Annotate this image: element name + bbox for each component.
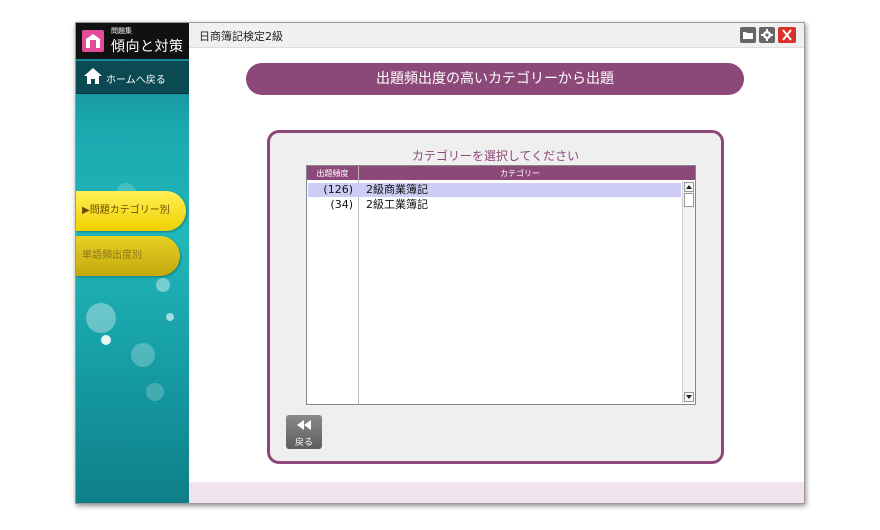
- row-category: 2級工業簿記: [366, 198, 428, 211]
- app-window: 問題集 傾向と対策 ホームへ戻る ▶問題カテゴリー別 単語頻出度別 日商簿記検定…: [75, 22, 805, 504]
- folder-icon: [743, 32, 753, 39]
- home-button-label: ホームへ戻る: [106, 75, 166, 86]
- sparkle-decoration: [166, 313, 174, 321]
- title-bar: 日商簿記検定2級: [189, 23, 804, 48]
- list-row[interactable]: (34) 2級工業簿記: [308, 198, 681, 212]
- sidebar-item-category[interactable]: ▶問題カテゴリー別: [76, 191, 186, 231]
- page-title-banner: 出題頻出度の高いカテゴリーから出題: [246, 63, 744, 95]
- footer-bar: [189, 482, 804, 503]
- sparkle-decoration: [131, 343, 155, 367]
- app-subtitle: 問題集: [111, 27, 132, 35]
- list-header: 出題頻度 カテゴリー: [307, 166, 695, 180]
- window-title: 日商簿記検定2級: [199, 30, 283, 43]
- settings-button[interactable]: [759, 27, 775, 43]
- arrow-down-icon: [686, 395, 692, 399]
- close-button[interactable]: [778, 27, 796, 43]
- sidebar-item-word-frequency[interactable]: 単語頻出度別: [76, 236, 180, 276]
- back-button-label: 戻る: [294, 438, 313, 448]
- gear-icon: [761, 29, 773, 41]
- category-panel: カテゴリーを選択してください 出題頻度 カテゴリー (126) 2級商業簿記 (…: [267, 130, 724, 464]
- row-frequency: (126): [323, 183, 353, 196]
- app-header: 問題集 傾向と対策: [76, 23, 189, 59]
- row-frequency: (34): [330, 198, 353, 211]
- category-list[interactable]: 出題頻度 カテゴリー (126) 2級商業簿記 (34) 2級工業簿記: [306, 165, 696, 405]
- column-header-category: カテゴリー: [500, 169, 540, 178]
- arrow-up-icon: [686, 185, 692, 189]
- panel-title: カテゴリーを選択してください: [411, 149, 580, 163]
- sparkle-decoration: [101, 335, 111, 345]
- sparkle-decoration: [86, 303, 116, 333]
- list-scrollbar[interactable]: [682, 181, 695, 403]
- sidebar-item-label: 単語頻出度別: [82, 250, 142, 261]
- column-header-frequency: 出題頻度: [316, 169, 349, 178]
- list-row[interactable]: (126) 2級商業簿記: [308, 183, 681, 197]
- sidebar: 問題集 傾向と対策 ホームへ戻る ▶問題カテゴリー別 単語頻出度別: [76, 23, 189, 503]
- home-button[interactable]: ホームへ戻る: [76, 61, 189, 94]
- scroll-down-button[interactable]: [684, 392, 694, 402]
- sidebar-item-label: ▶問題カテゴリー別: [82, 205, 170, 216]
- app-name: 傾向と対策: [111, 39, 184, 55]
- back-button[interactable]: 戻る: [286, 415, 322, 449]
- rewind-icon: [297, 420, 311, 430]
- open-folder-button[interactable]: [740, 27, 756, 43]
- main-content: 出題頻出度の高いカテゴリーから出題 カテゴリーを選択してください 出題頻度 カテ…: [189, 48, 804, 482]
- home-building-icon: [82, 30, 104, 52]
- sparkle-decoration: [156, 278, 170, 292]
- close-icon: [782, 29, 792, 41]
- row-category: 2級商業簿記: [366, 183, 428, 196]
- scroll-thumb[interactable]: [684, 193, 694, 207]
- scroll-up-button[interactable]: [684, 182, 694, 192]
- sparkle-decoration: [146, 383, 164, 401]
- house-icon: [84, 68, 102, 84]
